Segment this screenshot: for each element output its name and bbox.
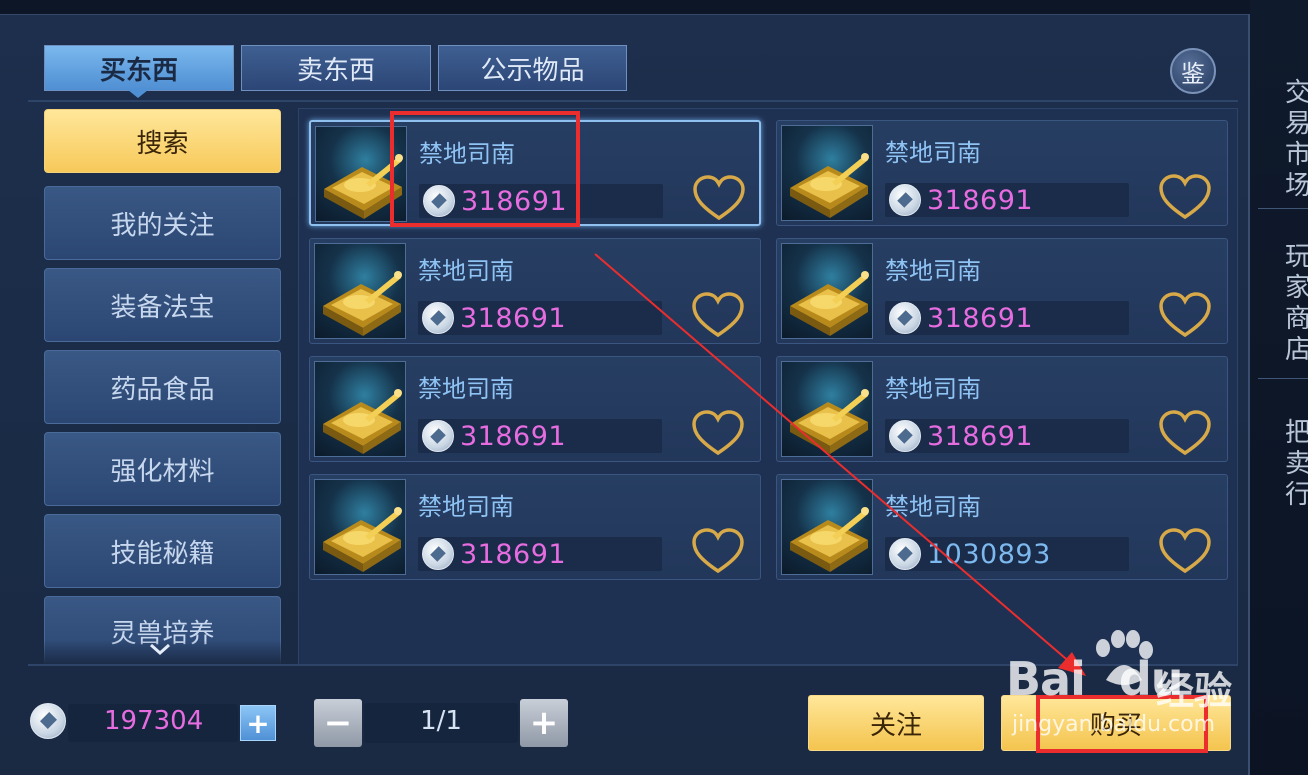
tab-buy[interactable]: 买东西	[44, 45, 234, 91]
heart-icon[interactable]	[1157, 291, 1213, 341]
sidebar-item-equipment[interactable]: 装备法宝	[44, 268, 281, 342]
right-panel-text-group: 玩 家 商 店	[1285, 242, 1308, 366]
listing-card[interactable]: 禁地司南 1030893	[776, 474, 1228, 580]
sidebar-item-enhance-materials[interactable]: 强化材料	[44, 432, 281, 506]
divider	[28, 100, 1238, 102]
add-currency-button[interactable]: +	[240, 705, 276, 741]
right-panel-char: 市	[1285, 140, 1308, 170]
page-next-button[interactable]: +	[520, 699, 568, 747]
right-panel-char: 卖	[1285, 449, 1308, 479]
right-panel-char: 店	[1285, 335, 1308, 365]
compass-item-icon	[781, 243, 873, 339]
right-panel-char: 交	[1285, 78, 1308, 108]
wallet-balance: 197304	[104, 706, 204, 736]
game-trading-screen: 交 易 市 场 玩 家 商 店 把 卖 行 买东西 卖东西 公示物品 鉴 搜索 …	[0, 0, 1308, 775]
compass-item-icon	[314, 243, 406, 339]
item-name: 禁地司南	[885, 257, 981, 285]
item-name: 禁地司南	[418, 493, 514, 521]
heart-icon[interactable]	[690, 409, 746, 459]
tab-sell[interactable]: 卖东西	[241, 45, 431, 91]
listing-card[interactable]: 禁地司南 318691	[776, 238, 1228, 344]
listing-card[interactable]: 禁地司南 318691	[776, 356, 1228, 462]
tab-public-items[interactable]: 公示物品	[438, 45, 627, 91]
item-name: 禁地司南	[885, 493, 981, 521]
sidebar-item-skill-books[interactable]: 技能秘籍	[44, 514, 281, 588]
divider	[28, 664, 1238, 666]
divider	[1258, 208, 1308, 209]
heart-icon[interactable]	[1157, 527, 1213, 577]
right-panel-text-group: 把 卖 行	[1285, 418, 1308, 511]
item-name: 禁地司南	[418, 257, 514, 285]
item-price: 318691	[460, 421, 567, 452]
compass-item-icon	[314, 479, 406, 575]
item-price: 1030893	[927, 539, 1051, 570]
compass-item-icon	[781, 479, 873, 575]
coin-icon	[422, 420, 454, 452]
sidebar-item-search[interactable]: 搜索	[44, 109, 281, 173]
item-price: 318691	[927, 303, 1034, 334]
page-indicator: 1/1	[420, 706, 462, 736]
item-name: 禁地司南	[885, 375, 981, 403]
right-panel-char: 玩	[1285, 242, 1308, 272]
divider	[1258, 378, 1308, 379]
heart-icon[interactable]	[1157, 173, 1213, 223]
coin-icon	[422, 538, 454, 570]
item-name: 禁地司南	[418, 375, 514, 403]
sidebar-item-medicine-food[interactable]: 药品食品	[44, 350, 281, 424]
right-panel-char: 行	[1285, 480, 1308, 510]
item-price: 318691	[927, 421, 1034, 452]
heart-icon[interactable]	[691, 174, 747, 224]
coin-icon	[889, 302, 921, 334]
item-price: 318691	[460, 539, 567, 570]
compass-item-icon	[781, 361, 873, 457]
annotation-box-item	[390, 111, 580, 227]
listing-card[interactable]: 禁地司南 318691	[776, 120, 1228, 226]
follow-button[interactable]: 关注	[808, 695, 984, 751]
listing-card[interactable]: 禁地司南 318691	[309, 356, 761, 462]
right-panel-text-group: 交 易 市 场	[1285, 78, 1308, 202]
coin-icon	[889, 420, 921, 452]
coin-icon	[30, 703, 66, 739]
right-panel-char: 场	[1285, 171, 1308, 201]
compass-item-icon	[314, 361, 406, 457]
item-price: 318691	[927, 185, 1034, 216]
appraise-button[interactable]: 鉴	[1170, 48, 1216, 94]
compass-item-icon	[781, 125, 873, 221]
right-panel-char: 把	[1285, 418, 1308, 448]
heart-icon[interactable]	[690, 527, 746, 577]
right-panel-char: 家	[1285, 273, 1308, 303]
heart-icon[interactable]	[1157, 409, 1213, 459]
listing-card[interactable]: 禁地司南 318691	[309, 238, 761, 344]
coin-icon	[889, 184, 921, 216]
page-prev-button[interactable]: −	[314, 699, 362, 747]
item-price: 318691	[460, 303, 567, 334]
coin-icon	[422, 302, 454, 334]
coin-icon	[889, 538, 921, 570]
active-tab-pointer	[128, 90, 148, 98]
annotation-box-buy	[1036, 695, 1208, 753]
listing-card[interactable]: 禁地司南 318691	[309, 474, 761, 580]
right-panel-char: 商	[1285, 304, 1308, 334]
item-name: 禁地司南	[885, 139, 981, 167]
chevron-down-icon[interactable]	[148, 640, 172, 661]
heart-icon[interactable]	[690, 291, 746, 341]
sidebar-item-my-follows[interactable]: 我的关注	[44, 186, 281, 260]
right-panel-char: 易	[1285, 109, 1308, 139]
